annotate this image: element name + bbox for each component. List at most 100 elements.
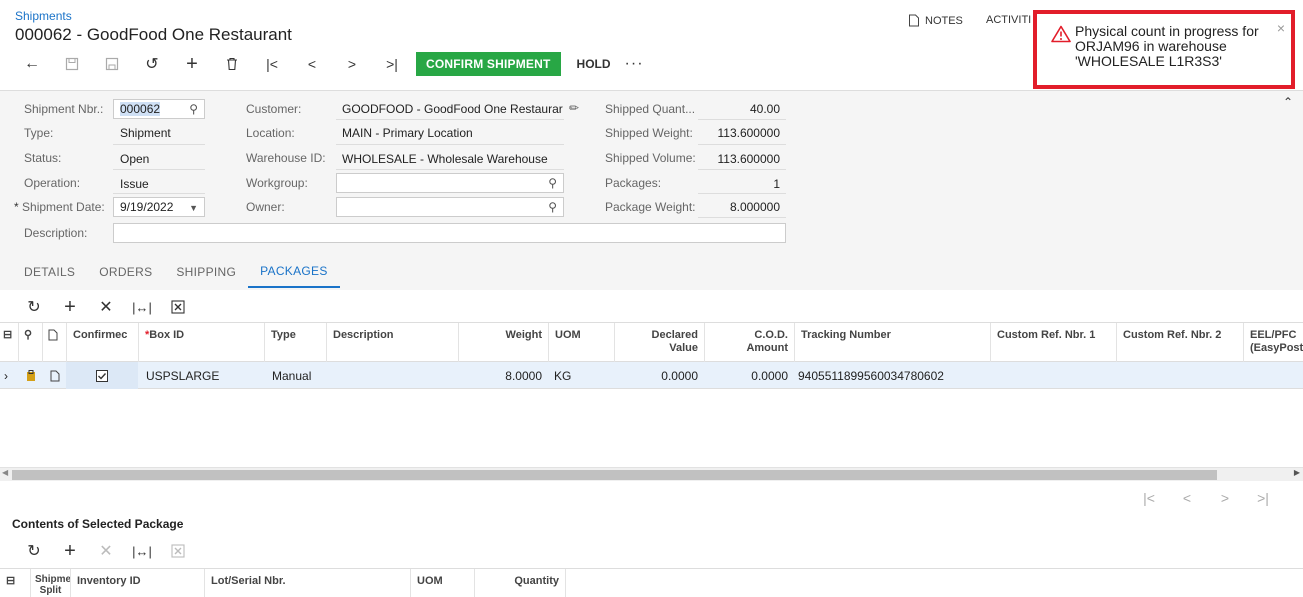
column-header-shipment-split[interactable]: Shipmer Split [30,569,70,597]
package-weight-label: Package Weight: [605,200,696,214]
customer-value[interactable]: GOODFOOD - GoodFood One Restaurar [342,102,564,116]
export-excel-icon[interactable] [160,540,196,562]
delete-row-icon[interactable]: ✕ [88,540,124,562]
uom-cell[interactable]: KG [548,362,614,389]
save-icon[interactable] [92,52,132,76]
shipped-weight-label: Shipped Weight: [605,126,693,140]
scroll-left-icon[interactable]: ◀ [2,468,8,477]
last-record-icon[interactable]: >| [372,52,412,76]
shipped-volume-value: 113.600000 [717,152,780,166]
column-header-custom-ref-2[interactable]: Custom Ref. Nbr. 2 [1116,323,1243,363]
contents-grid-header: ⊟ Shipmer Split Inventory ID Lot/Serial … [0,568,1303,597]
previous-record-icon[interactable]: < [292,52,332,76]
search-icon[interactable]: ⚲ [189,102,198,116]
column-header-type[interactable]: Type [264,323,326,363]
cod-amount-cell[interactable]: 0.0000 [704,362,794,389]
column-header-tracking-number[interactable]: Tracking Number [794,323,990,363]
shipment-date-input[interactable]: 9/19/2022 ▼ [113,197,205,217]
first-record-icon[interactable]: |< [252,52,292,76]
column-header-description[interactable]: Description [326,323,458,363]
scroll-right-icon[interactable]: ▶ [1294,468,1300,477]
workgroup-input[interactable]: ⚲ [336,173,564,193]
location-value[interactable]: MAIN - Primary Location [342,126,473,140]
column-header-cod-amount[interactable]: C.O.D. Amount [704,323,794,363]
confirm-shipment-button[interactable]: CONFIRM SHIPMENT [416,52,561,76]
column-header-eel-pfc[interactable]: EEL/PFC (EasyPost [1243,323,1303,363]
weight-cell[interactable]: 8.0000 [458,362,548,389]
tab-shipping[interactable]: SHIPPING [164,255,248,288]
box-id-cell[interactable]: USPSLARGE [138,362,264,389]
fit-columns-icon[interactable]: |↔| [124,540,160,562]
tab-packages[interactable]: PACKAGES [248,255,340,288]
first-page-icon[interactable]: |< [1130,490,1168,506]
delete-row-icon[interactable]: ✕ [88,296,124,318]
notes-button[interactable]: NOTES [908,14,963,27]
column-header-box-id[interactable]: *Box ID [138,323,264,363]
column-header-uom[interactable]: UOM [548,323,614,363]
status-label: Status: [24,151,62,165]
hold-button[interactable]: HOLD [569,52,619,76]
warehouse-label: Warehouse ID: [246,151,326,165]
column-header-uom[interactable]: UOM [410,569,474,597]
attachment-clip-icon[interactable] [20,362,42,389]
declared-value-cell[interactable]: 0.0000 [614,362,704,389]
delete-icon[interactable] [212,52,252,76]
last-page-icon[interactable]: >| [1244,490,1282,506]
refresh-icon[interactable]: ↻ [16,540,52,562]
add-icon[interactable]: + [172,52,212,76]
section-tabs: DETAILS ORDERS SHIPPING PACKAGES [0,255,1303,288]
add-row-icon[interactable]: + [52,296,88,318]
collapse-chevron-icon[interactable]: ⌃ [1283,95,1293,109]
tracking-number-cell[interactable]: 9405511899560034780602 [794,362,990,389]
dropdown-arrow-icon[interactable]: ▼ [189,203,198,213]
column-header-quantity[interactable]: Quantity [474,569,566,597]
column-header-inventory-id[interactable]: Inventory ID [70,569,204,597]
refresh-icon[interactable]: ↻ [16,296,52,318]
shipped-quantity-label: Shipped Quant... [605,102,696,116]
table-row[interactable]: › USPSLARGE Manual 8.0000 KG 0.0000 0.00… [0,362,1303,389]
column-header-custom-ref-1[interactable]: Custom Ref. Nbr. 1 [990,323,1116,363]
column-header-confirmed[interactable]: Confirmec [66,323,138,363]
description-input[interactable] [113,223,786,243]
tab-orders[interactable]: ORDERS [87,255,164,288]
fit-columns-icon[interactable]: |↔| [124,296,160,318]
operation-value: Issue [120,177,149,191]
location-label: Location: [246,126,295,140]
row-expand-chevron-icon[interactable]: › [0,362,18,389]
type-cell[interactable]: Manual [264,362,326,389]
column-header-declared-value[interactable]: Declared Value [614,323,704,363]
next-record-icon[interactable]: > [332,52,372,76]
breadcrumb-shipments[interactable]: Shipments [15,9,72,23]
search-icon[interactable]: ⚲ [548,200,557,214]
horizontal-scrollbar[interactable]: ◀ ▶ [0,467,1303,481]
add-row-icon[interactable]: + [52,540,88,562]
scrollbar-thumb[interactable] [12,470,1217,480]
back-icon[interactable]: ← [12,52,52,76]
owner-input[interactable]: ⚲ [336,197,564,217]
save-close-icon[interactable] [52,52,92,76]
edit-pencil-icon[interactable]: ✏ [569,101,579,115]
warning-toast: Physical count in progress for ORJAM96 i… [1033,10,1295,89]
tab-details[interactable]: DETAILS [12,255,87,288]
warehouse-value[interactable]: WHOLESALE - Wholesale Warehouse [342,152,548,166]
toast-message: Physical count in progress for ORJAM96 i… [1075,23,1259,69]
search-icon[interactable]: ⚲ [548,176,557,190]
confirmed-checkbox[interactable] [66,362,138,389]
customer-underline [336,119,564,120]
undo-icon[interactable]: ↺ [132,52,172,76]
row-selector-header-icon[interactable]: ⊟ [0,569,30,597]
next-page-icon[interactable]: > [1206,490,1244,506]
warning-triangle-icon [1051,25,1071,43]
export-excel-icon[interactable] [160,296,196,318]
attachment-header-icon: ⚲ [18,323,42,363]
shipment-nbr-input[interactable]: 000062 ⚲ [113,99,205,119]
previous-page-icon[interactable]: < [1168,490,1206,506]
description-cell[interactable] [326,362,458,389]
column-header-weight[interactable]: Weight [458,323,548,363]
more-actions-button[interactable]: ··· [625,55,644,73]
column-header-lot-serial[interactable]: Lot/Serial Nbr. [204,569,410,597]
activities-button[interactable]: ACTIVITI [986,14,1031,26]
row-selector-header-icon[interactable]: ⊟ [0,323,18,363]
row-note-icon[interactable] [44,362,66,389]
close-icon[interactable]: × [1277,20,1285,36]
